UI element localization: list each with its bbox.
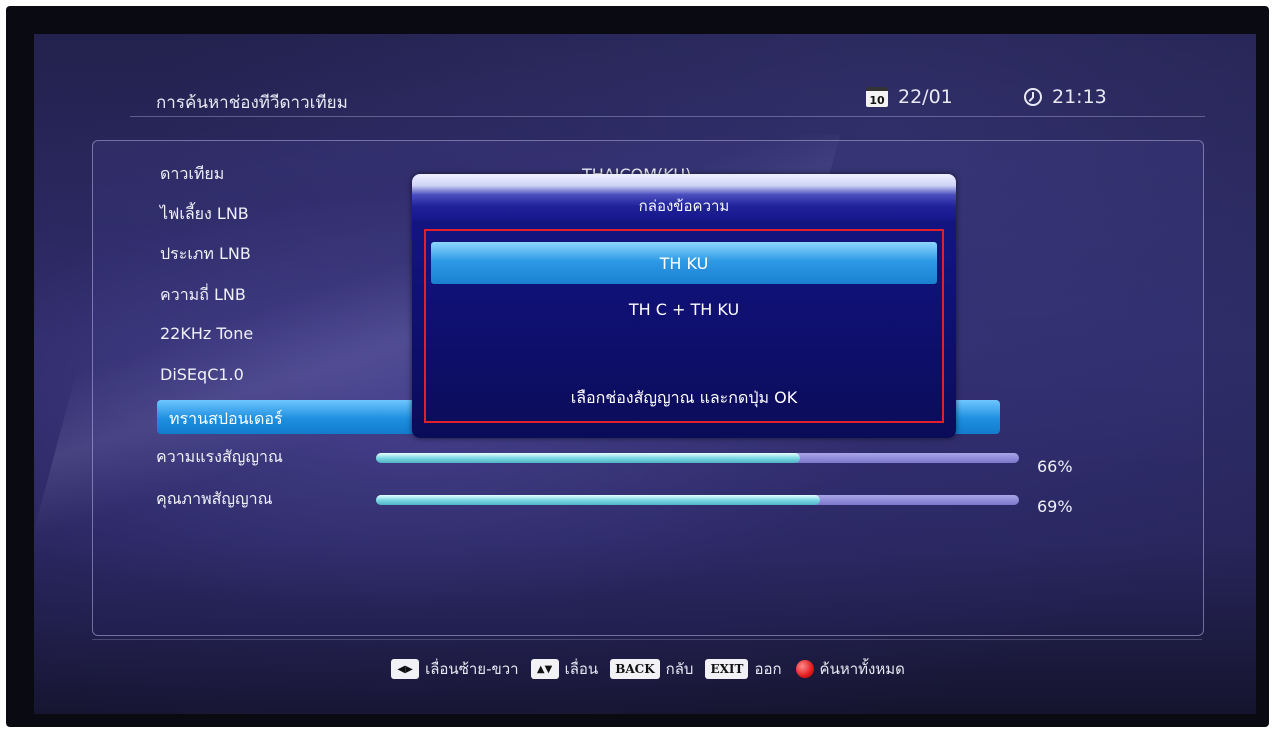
red-button-icon — [795, 660, 814, 678]
back-key-icon: BACK — [610, 659, 660, 679]
dialog-hint: เลือกช่องสัญญาณ และกดปุ่ม OK — [570, 388, 798, 407]
up-down-arrow-icon: ▲▼ — [530, 659, 559, 679]
message-box-dialog: กล่องข้อความ TH KU TH C + TH KU เลือกช่อ… — [412, 174, 956, 438]
dialog-option-th-ku[interactable]: TH KU — [431, 242, 937, 284]
dialog-option-th-c-th-ku[interactable]: TH C + TH KU — [431, 289, 937, 329]
signal-quality-bar — [376, 495, 1019, 505]
signal-strength-percent: 66% — [1037, 457, 1073, 476]
exit-label: ออก — [754, 660, 782, 678]
header-divider — [130, 116, 1205, 117]
left-right-label: เลื่อนซ้าย-ขวา — [425, 660, 519, 678]
time-display: 21:13 — [1024, 86, 1107, 108]
setting-label-lnb-power[interactable]: ไฟเลี้ยง LNB — [160, 202, 249, 227]
exit-key-icon: EXIT — [705, 659, 749, 679]
dialog-title: กล่องข้อความ — [638, 197, 730, 215]
tv-screen: การค้นหาช่องทีวีดาวเทียม 10 22/01 21:13 … — [34, 34, 1256, 714]
up-down-label: เลื่อน — [564, 660, 599, 678]
search-all-label: ค้นหาทั้งหมด — [819, 660, 905, 678]
clock-icon — [1024, 88, 1042, 106]
setting-label-22khz-tone[interactable]: 22KHz Tone — [160, 324, 253, 343]
left-right-arrow-icon: ◀▶ — [391, 659, 420, 679]
calendar-icon: 10 — [866, 87, 888, 107]
time-text: 21:13 — [1052, 86, 1107, 108]
footer-divider — [92, 639, 1202, 640]
signal-quality-fill — [376, 495, 820, 505]
tv-bezel: การค้นหาช่องทีวีดาวเทียม 10 22/01 21:13 … — [6, 6, 1269, 727]
setting-label-satellite[interactable]: ดาวเทียม — [160, 162, 224, 187]
signal-strength-fill — [376, 453, 801, 463]
signal-strength-bar — [376, 453, 1019, 463]
date-text: 22/01 — [898, 86, 953, 108]
signal-quality-percent: 69% — [1037, 497, 1073, 516]
signal-quality-label: คุณภาพสัญญาณ — [156, 489, 273, 508]
back-label: กลับ — [665, 660, 694, 678]
footer-key-legend: ◀▶ เลื่อนซ้าย-ขวา ▲▼ เลื่อน BACK กลับ EX… — [34, 657, 1256, 681]
setting-label-diseqc[interactable]: DiSEqC1.0 — [160, 365, 244, 384]
setting-label-lnb-type[interactable]: ประเภท LNB — [160, 242, 251, 267]
page-title: การค้นหาช่องทีวีดาวเทียม — [156, 93, 348, 113]
date-display: 10 22/01 — [866, 86, 953, 108]
setting-label-lnb-frequency[interactable]: ความถี่ LNB — [160, 283, 246, 308]
setting-label-transponder[interactable]: ทรานสปอนเดอร์ — [169, 407, 283, 432]
signal-strength-label: ความแรงสัญญาณ — [156, 447, 283, 466]
